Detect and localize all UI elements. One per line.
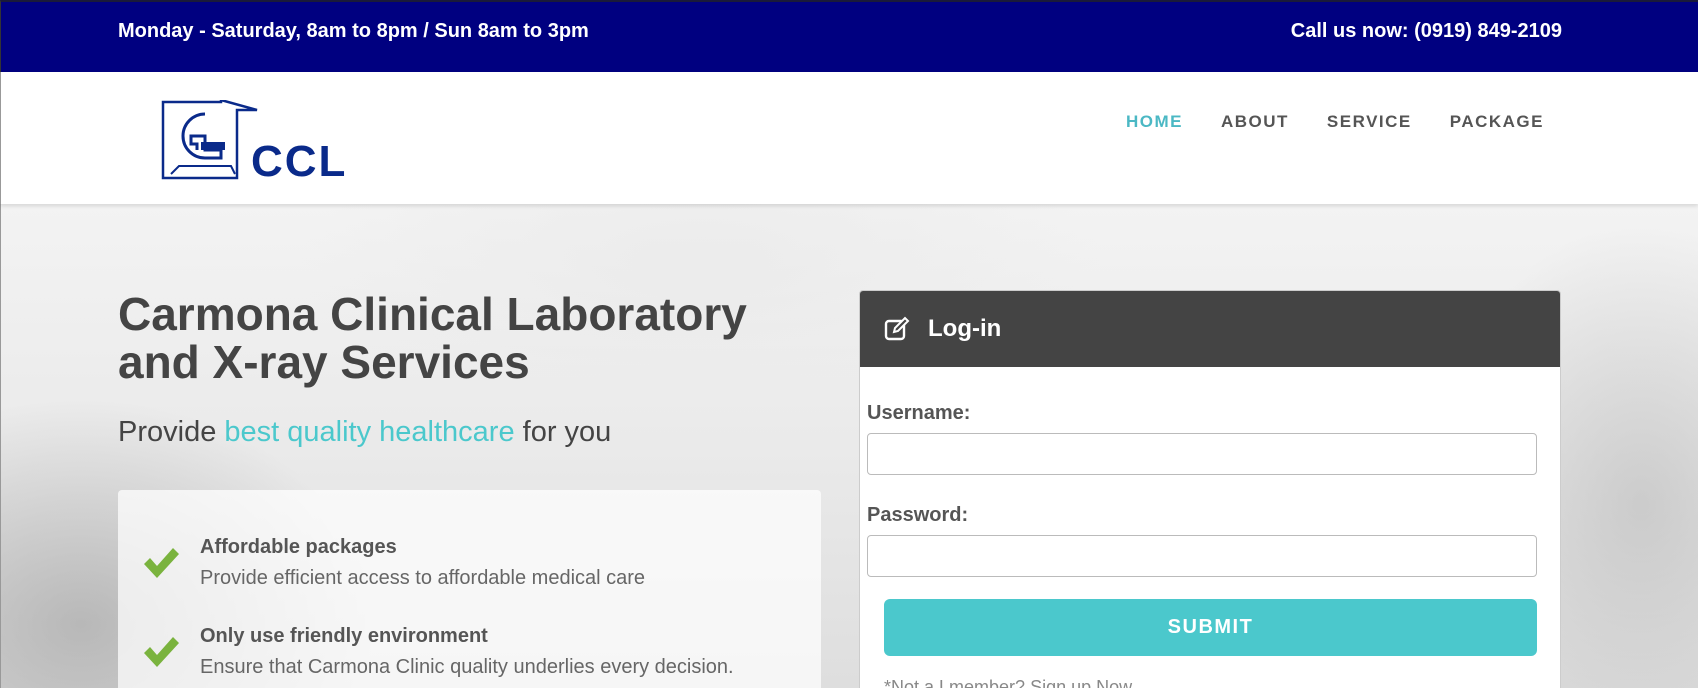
login-title: Log-in	[928, 315, 1002, 342]
ccl-logo[interactable]: CCL	[161, 100, 386, 182]
business-hours: Monday - Saturday, 8am to 8pm / Sun 8am …	[118, 20, 589, 42]
nav-service[interactable]: SERVICE	[1327, 112, 1412, 132]
hero-title: Carmona Clinical Laboratory and X-ray Se…	[118, 288, 747, 388]
nav-home[interactable]: HOME	[1126, 112, 1183, 132]
login-panel: Log-in Username: Password: SUBMIT *Not a…	[859, 290, 1561, 688]
feature-title: Affordable packages	[200, 536, 397, 558]
nav-about[interactable]: ABOUT	[1221, 112, 1289, 132]
subtitle-after: for you	[514, 416, 612, 448]
login-header: Log-in	[860, 291, 1560, 367]
edit-icon	[884, 316, 910, 341]
features-panel: Affordable packages Provide efficient ac…	[118, 490, 821, 688]
subtitle-highlight: best quality healthcare	[224, 416, 515, 448]
feature-description: Ensure that Carmona Clinic quality under…	[200, 656, 734, 678]
username-label: Username:	[867, 402, 971, 424]
submit-button[interactable]: SUBMIT	[884, 599, 1537, 656]
hero-section: Carmona Clinical Laboratory and X-ray Se…	[0, 204, 1698, 688]
main-header: CCL HOME ABOUT SERVICE PACKAGE	[0, 72, 1698, 204]
main-nav: HOME ABOUT SERVICE PACKAGE	[1126, 112, 1544, 132]
feature-description: Provide efficient access to affordable m…	[200, 567, 646, 589]
username-input[interactable]	[867, 433, 1537, 475]
password-label: Password:	[867, 504, 969, 526]
phone-number[interactable]: Call us now: (0919) 849-2109	[1291, 20, 1562, 43]
feature-item: Affordable packages Provide efficient ac…	[118, 536, 821, 606]
logo-text: CCL	[251, 137, 347, 182]
subtitle-before: Provide	[118, 416, 225, 448]
password-input[interactable]	[867, 535, 1537, 577]
top-info-bar: Monday - Saturday, 8am to 8pm / Sun 8am …	[0, 0, 1698, 72]
feature-item: Only use friendly environment Ensure tha…	[118, 625, 821, 688]
nav-package[interactable]: PACKAGE	[1450, 112, 1544, 132]
hero-subtitle: Provide best quality healthcare for you	[118, 416, 611, 449]
signup-note[interactable]: *Not a Lmember? Sign up Now	[884, 677, 1132, 688]
check-icon	[144, 548, 179, 578]
feature-title: Only use friendly environment	[200, 625, 488, 647]
check-icon	[144, 637, 179, 667]
